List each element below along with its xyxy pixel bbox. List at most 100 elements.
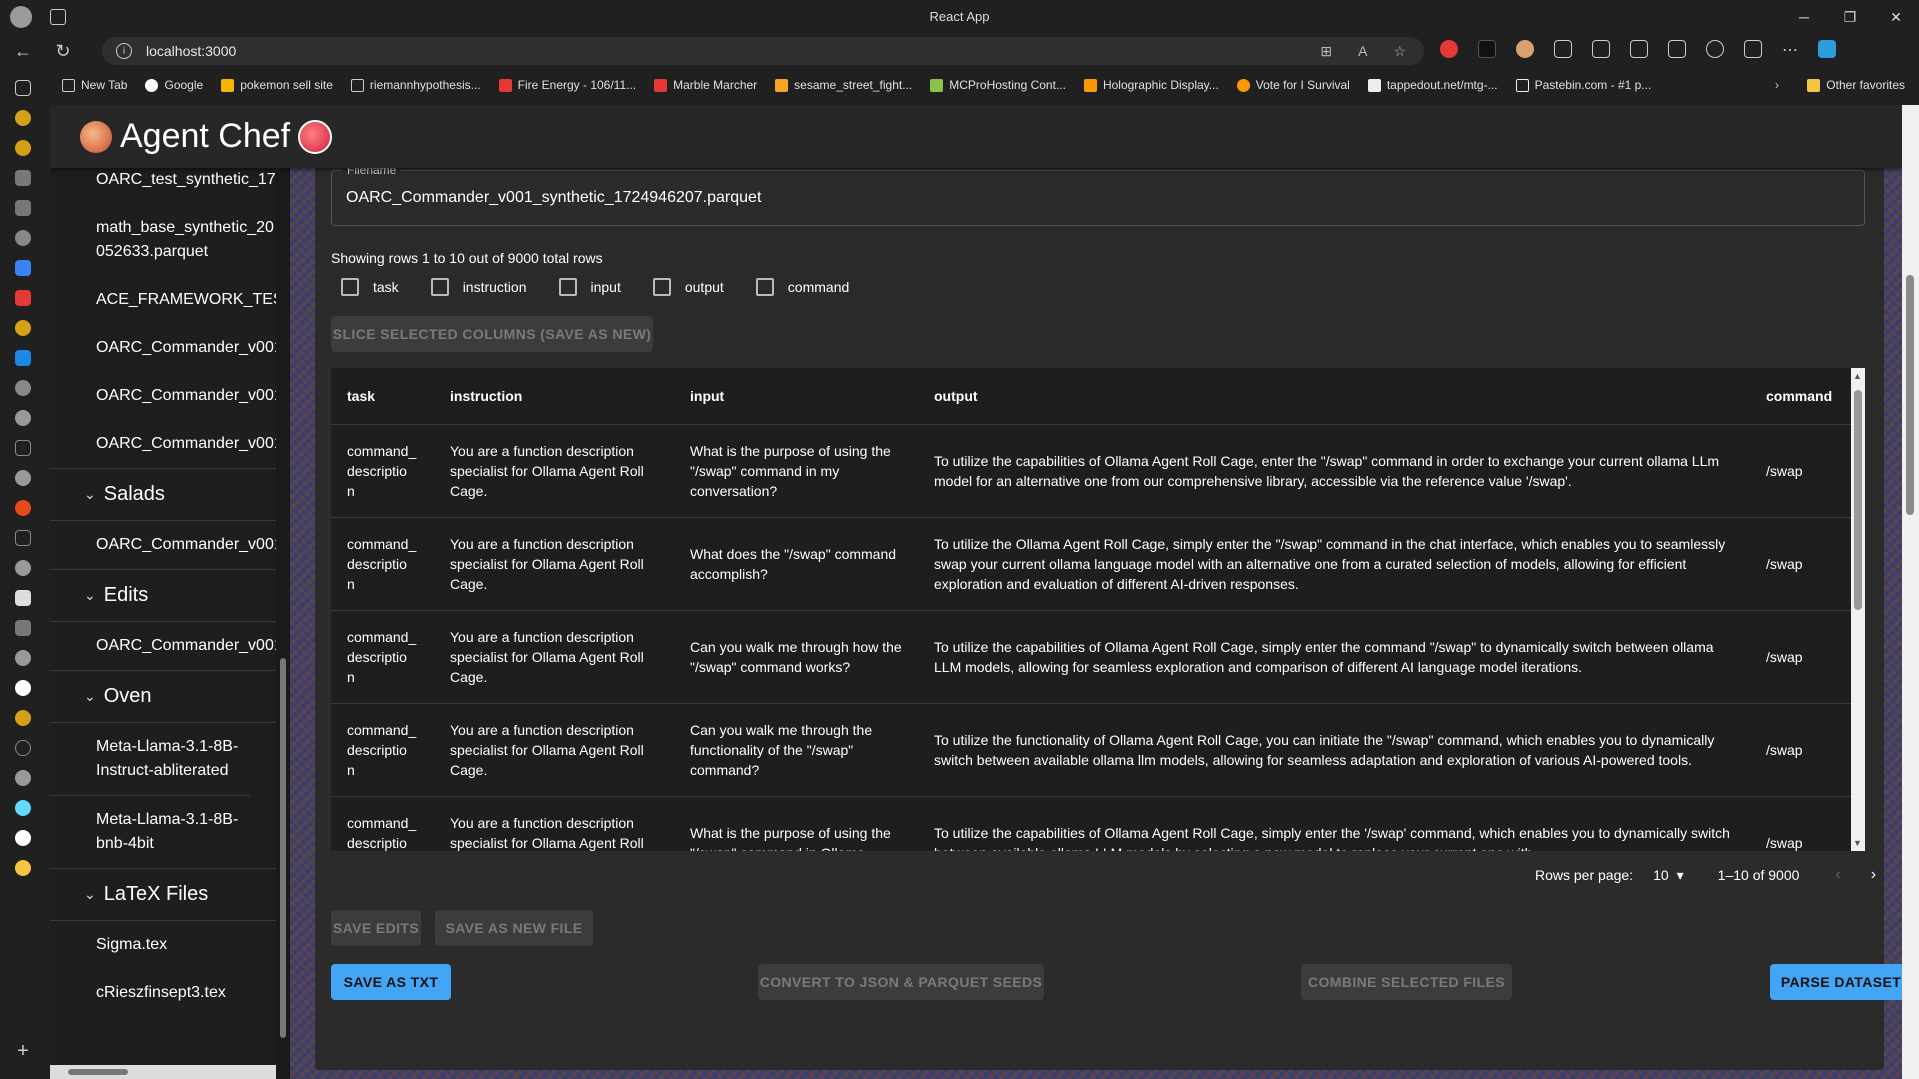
- column-header-command[interactable]: command: [1750, 368, 1851, 425]
- search-icon[interactable]: [15, 740, 31, 756]
- bookmark-item[interactable]: Pastebin.com - #1 p...: [1515, 78, 1651, 92]
- section-header-salads[interactable]: ⌄ Salads: [50, 468, 276, 520]
- github-icon[interactable]: [15, 470, 31, 486]
- extension-dark-icon[interactable]: [1478, 40, 1496, 58]
- table-row[interactable]: command_ descriptio n You are a function…: [331, 703, 1851, 797]
- cell-task[interactable]: command_ descriptio n: [331, 703, 434, 797]
- file-item[interactable]: OARC_Commander_v001: [50, 324, 276, 372]
- tab-icon[interactable]: [15, 230, 31, 246]
- cell-instruction[interactable]: You are a function description specialis…: [434, 610, 674, 704]
- profile-avatar-icon[interactable]: [10, 6, 32, 28]
- github-icon[interactable]: [15, 680, 31, 696]
- rows-per-page-select[interactable]: 10 ▾: [1653, 867, 1684, 884]
- table-row[interactable]: command_ descriptio n You are a function…: [331, 610, 1851, 704]
- checkbox-box[interactable]: [430, 278, 449, 296]
- file-item[interactable]: OARC_Commander_v001: [50, 420, 276, 468]
- file-item[interactable]: Sigma.tex: [50, 921, 276, 969]
- column-header-instruction[interactable]: instruction: [434, 368, 674, 425]
- ai-tab-icon[interactable]: [15, 140, 31, 156]
- ai-tab-icon[interactable]: [15, 710, 31, 726]
- cell-input[interactable]: Can you walk me through the functionalit…: [674, 703, 918, 797]
- checkbox-box[interactable]: [341, 278, 359, 296]
- cell-input[interactable]: What is the purpose of using the "/swap"…: [674, 424, 918, 518]
- cell-task[interactable]: command_ descriptio n: [331, 610, 434, 704]
- extension-face-icon[interactable]: [1516, 40, 1534, 58]
- file-item[interactable]: math_base_synthetic_20 052633.parquet: [50, 204, 280, 276]
- cell-output[interactable]: To utilize the capabilities of Ollama Ag…: [918, 796, 1750, 851]
- model-item[interactable]: Meta-Llama-3.1-8B-bnb-4bit: [50, 795, 250, 868]
- cell-task[interactable]: command_ descriptio n: [331, 796, 434, 851]
- github-icon[interactable]: [15, 410, 31, 426]
- extension-red-icon[interactable]: [1440, 40, 1458, 58]
- close-window-icon[interactable]: ✕: [1873, 0, 1919, 34]
- other-favorites[interactable]: Other favorites: [1807, 78, 1905, 92]
- collections-icon[interactable]: [1668, 40, 1686, 58]
- save-as-txt-button[interactable]: Save as TXT: [331, 964, 451, 1000]
- bookmark-item[interactable]: riemannhypothesis...: [350, 78, 481, 92]
- scroll-up-icon[interactable]: ▲: [1853, 371, 1862, 381]
- checkbox-command[interactable]: command: [746, 278, 849, 296]
- bookmark-item[interactable]: MCProHosting Cont...: [930, 78, 1066, 92]
- bookmark-item[interactable]: Vote for I Survival: [1236, 78, 1350, 92]
- checkbox-box[interactable]: [652, 278, 671, 296]
- file-item[interactable]: cRieszfinsept3.tex: [50, 969, 276, 1017]
- meta-icon[interactable]: [15, 260, 31, 276]
- address-bar[interactable]: i localhost:3000 ⊞ A ☆: [102, 37, 1424, 65]
- section-header-latex-files[interactable]: ⌄ LaTeX Files: [50, 868, 276, 920]
- copilot-icon[interactable]: [1818, 40, 1836, 58]
- prev-page-icon[interactable]: ‹: [1835, 866, 1840, 884]
- table-vertical-scrollbar[interactable]: ▲ ▼: [1851, 368, 1865, 851]
- file-item[interactable]: OARC_Commander_v001: [50, 372, 276, 420]
- restore-icon[interactable]: ❐: [1827, 0, 1873, 34]
- scrollbar-thumb[interactable]: [1854, 390, 1862, 610]
- bookmark-item[interactable]: Marble Marcher: [654, 78, 757, 92]
- section-header-edits[interactable]: ⌄ Edits: [50, 569, 276, 621]
- file-item[interactable]: OARC_Commander_v001: [50, 622, 276, 670]
- extensions-icon[interactable]: [1554, 40, 1572, 58]
- cell-input[interactable]: Can you walk me through how the "/swap" …: [674, 610, 918, 704]
- drawer-vertical-scrollbar[interactable]: [276, 168, 290, 1079]
- tab-icon[interactable]: [15, 500, 31, 516]
- column-header-input[interactable]: input: [674, 368, 918, 425]
- cell-input[interactable]: What is the purpose of using the "/swap"…: [674, 796, 918, 851]
- read-aloud-icon[interactable]: A: [1358, 43, 1367, 60]
- tab-icon[interactable]: [15, 200, 31, 216]
- document-icon[interactable]: [15, 530, 31, 546]
- github-icon[interactable]: [15, 770, 31, 786]
- tab-icon[interactable]: [15, 620, 31, 636]
- cell-instruction[interactable]: You are a function description specialis…: [434, 703, 674, 797]
- table-row[interactable]: command_ descriptio n You are a function…: [331, 424, 1851, 518]
- checkbox-instruction[interactable]: instruction: [421, 278, 527, 296]
- refresh-icon[interactable]: ↻: [46, 34, 80, 68]
- github-icon[interactable]: [15, 650, 31, 666]
- cell-output[interactable]: To utilize the functionality of Ollama A…: [918, 703, 1750, 797]
- tab-icon[interactable]: [15, 170, 31, 186]
- cell-instruction[interactable]: You are a function description specialis…: [434, 424, 674, 518]
- performance-icon[interactable]: [1706, 40, 1724, 58]
- share-icon[interactable]: [1744, 40, 1762, 58]
- tab-icon[interactable]: [15, 80, 31, 96]
- file-item[interactable]: ACE_FRAMEWORK_TEST: [50, 276, 276, 324]
- favorite-star-icon[interactable]: ☆: [1393, 43, 1406, 60]
- youtube-icon[interactable]: [15, 290, 31, 306]
- cell-instruction[interactable]: You are a function description specialis…: [434, 517, 674, 611]
- drawer-horizontal-scrollbar[interactable]: [50, 1065, 276, 1079]
- back-icon[interactable]: ←: [6, 34, 40, 68]
- github-icon[interactable]: [15, 560, 31, 576]
- x-icon[interactable]: [15, 590, 31, 606]
- section-header-oven[interactable]: ⌄ Oven: [50, 670, 276, 722]
- bookmark-item[interactable]: Fire Energy - 106/11...: [498, 78, 636, 92]
- ai-tab-icon[interactable]: [15, 320, 31, 336]
- table-row[interactable]: command_ descriptio n You are a function…: [331, 517, 1851, 611]
- page-vertical-scrollbar[interactable]: [1902, 105, 1919, 1079]
- scroll-down-icon[interactable]: ▼: [1853, 838, 1862, 848]
- cell-instruction[interactable]: You are a function description specialis…: [434, 796, 674, 851]
- cell-command[interactable]: /swap: [1750, 703, 1851, 797]
- file-item[interactable]: OARC_Commander_v001: [50, 521, 276, 569]
- filename-field[interactable]: Filename OARC_Commander_v001_synthetic_1…: [331, 163, 1865, 226]
- cell-output[interactable]: To utilize the Ollama Agent Roll Cage, s…: [918, 517, 1750, 611]
- tab-icon[interactable]: [15, 380, 31, 396]
- table-row[interactable]: command_ descriptio n You are a function…: [331, 796, 1851, 851]
- scrollbar-thumb[interactable]: [68, 1069, 128, 1075]
- cell-task[interactable]: command_ descriptio n: [331, 517, 434, 611]
